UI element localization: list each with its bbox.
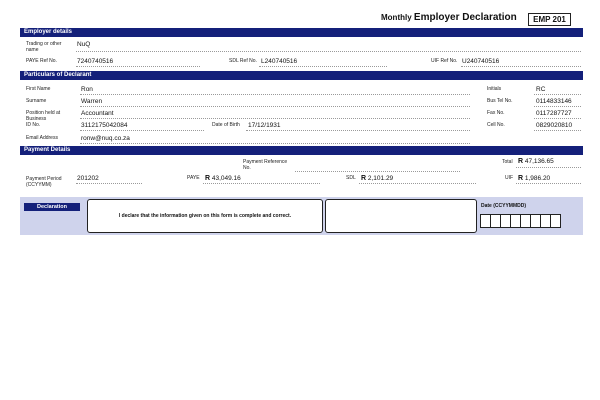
paye-ref-line <box>76 66 200 67</box>
id-no-field[interactable]: 3112175042084 <box>81 122 128 129</box>
sdl-line <box>359 183 476 184</box>
sdl-label: SDL <box>346 175 356 181</box>
first-name-line <box>80 94 470 95</box>
dob-field[interactable]: 17/12/1931 <box>248 122 281 129</box>
payment-details-header: Payment Details <box>20 146 583 155</box>
payment-period-field[interactable]: 201202 <box>77 175 99 182</box>
trading-name-line <box>76 51 581 52</box>
form-title: Monthly Employer Declaration <box>381 12 517 23</box>
position-line <box>80 118 470 119</box>
uif-line <box>516 183 581 184</box>
bus-tel-label: Bus Tel No. <box>487 98 513 104</box>
paye-currency: R <box>205 175 211 182</box>
initials-line <box>534 94 581 95</box>
uif-field[interactable]: 1,986.20 <box>525 175 550 182</box>
cell-label: Cell No. <box>487 122 505 128</box>
bus-tel-line <box>534 106 581 107</box>
id-no-line <box>80 130 204 131</box>
paye-field[interactable]: 43,049.16 <box>212 175 241 182</box>
initials-label: Initials <box>487 86 502 92</box>
paye-ref-label: PAYE Ref No. <box>26 58 57 64</box>
fax-label: Fax No. <box>487 110 505 116</box>
sdl-currency: R <box>361 175 367 182</box>
cell-line <box>534 130 581 131</box>
first-name-label: First Name <box>26 86 51 92</box>
cell-field[interactable]: 0829020810 <box>536 122 572 129</box>
declaration-statement-box: I declare that the information given on … <box>87 199 323 233</box>
position-label: Position held at Business <box>26 110 61 122</box>
employer-details-header: Employer details <box>20 28 583 37</box>
dob-label: Date of Birth <box>212 122 240 128</box>
total-label: Total <box>502 159 513 165</box>
sdl-field[interactable]: 2,101.29 <box>368 175 393 182</box>
form-title-main: Employer Declaration <box>413 12 517 23</box>
date-label: Date (CCYYMMDD) <box>481 203 526 209</box>
total-line <box>516 167 581 168</box>
declarant-header: Particulars of Declarant <box>20 71 583 80</box>
signature-box[interactable] <box>325 199 477 233</box>
surname-field[interactable]: Warren <box>81 98 102 105</box>
paye-line <box>203 183 320 184</box>
date-cell[interactable] <box>550 214 561 228</box>
form-code-badge: EMP 201 <box>528 13 571 26</box>
payment-ref-label: Payment Reference No. <box>243 159 288 171</box>
form-title-prefix: Monthly <box>381 13 412 22</box>
payment-period-line <box>76 183 142 184</box>
paye-ref-field[interactable]: 7240740516 <box>77 58 113 65</box>
trading-name-field[interactable]: NuQ <box>77 41 90 48</box>
uif-currency: R <box>518 175 524 182</box>
fax-field[interactable]: 0117287727 <box>536 110 572 117</box>
uif-ref-label: UIF Ref No. <box>431 58 458 64</box>
surname-label: Surname <box>26 98 47 104</box>
paye-label: PAYE <box>187 175 200 181</box>
id-no-label: ID No. <box>26 122 41 128</box>
total-field[interactable]: 47,136.65 <box>525 158 554 165</box>
declaration-statement: I declare that the information given on … <box>118 213 292 219</box>
surname-line <box>80 106 470 107</box>
initials-field[interactable]: RC <box>536 86 545 93</box>
sdl-ref-line <box>259 66 387 67</box>
dob-line <box>246 130 470 131</box>
fax-line <box>534 118 581 119</box>
uif-label: UIF <box>505 175 514 181</box>
uif-ref-line <box>461 66 581 67</box>
uif-ref-field[interactable]: U240740516 <box>462 58 499 65</box>
first-name-field[interactable]: Ron <box>81 86 93 93</box>
bus-tel-field[interactable]: 0114833146 <box>536 98 572 105</box>
email-field[interactable]: ronw@nuq.co.za <box>81 135 130 142</box>
sdl-ref-label: SDL Ref No. <box>229 58 257 64</box>
position-field[interactable]: Accountant <box>81 110 114 117</box>
total-currency: R <box>518 158 524 165</box>
payment-ref-line[interactable] <box>295 171 460 172</box>
payment-period-label: Payment Period (CCYYMM) <box>26 176 62 188</box>
email-label: Email Address <box>26 135 58 141</box>
trading-name-label: Trading or other name <box>26 41 62 53</box>
date-cells[interactable] <box>480 214 561 228</box>
declaration-tag: Declaration <box>24 203 80 211</box>
sdl-ref-field[interactable]: L240740516 <box>261 58 297 65</box>
email-line <box>80 143 470 144</box>
